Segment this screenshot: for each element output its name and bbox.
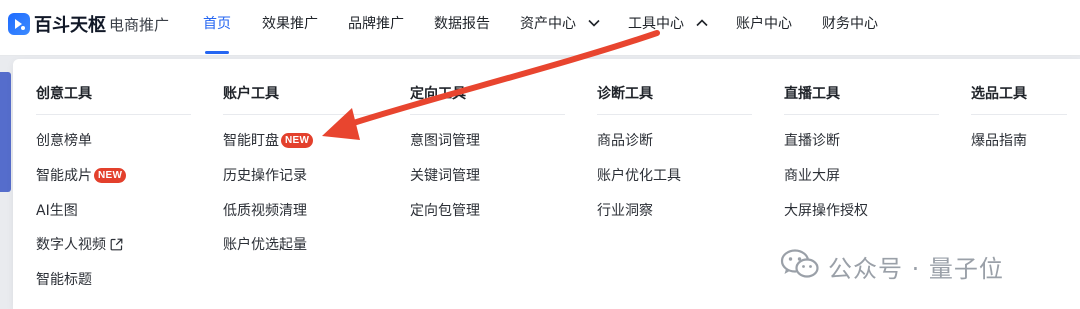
menu-item-label: 商品诊断 — [597, 133, 653, 149]
nav-label: 账户中心 — [736, 16, 792, 32]
watermark-text: 公众号 · 量子位 — [828, 254, 1004, 283]
wechat-watermark: 公众号 · 量子位 — [780, 248, 1004, 284]
nav-label: 品牌推广 — [348, 16, 404, 32]
menu-item-screen-authorization[interactable]: 大屏操作授权 — [784, 200, 868, 220]
divider — [223, 114, 378, 115]
menu-item-industry-insights[interactable]: 行业洞察 — [597, 200, 653, 220]
nav-label: 效果推广 — [262, 16, 318, 32]
menu-item-label: 智能盯盘 — [223, 133, 279, 149]
column-title: 定向工具 — [410, 86, 466, 102]
menu-item-label: 账户优化工具 — [597, 168, 681, 184]
menu-item-targeting-packages[interactable]: 定向包管理 — [410, 200, 480, 220]
menu-item-label: 爆品指南 — [971, 133, 1027, 149]
menu-item-operation-history[interactable]: 历史操作记录 — [223, 165, 307, 185]
column-title: 选品工具 — [971, 86, 1027, 102]
column-title: 创意工具 — [36, 86, 92, 102]
menu-item-label: 账户优选起量 — [223, 237, 307, 253]
menu-item-digital-human-video[interactable]: 数字人视频 — [36, 234, 123, 254]
menu-item-low-quality-video-cleanup[interactable]: 低质视频清理 — [223, 200, 307, 220]
nav-account-center[interactable]: 账户中心 — [736, 0, 792, 56]
menu-item-label: 智能标题 — [36, 272, 92, 288]
column-title: 直播工具 — [784, 86, 840, 102]
external-link-icon — [110, 238, 123, 251]
menu-item-creative-ranking[interactable]: 创意榜单 — [36, 130, 92, 150]
menu-item-label: 大屏操作授权 — [784, 203, 868, 219]
menu-item-product-diagnosis[interactable]: 商品诊断 — [597, 130, 653, 150]
menu-item-smart-video[interactable]: 智能成片 NEW — [36, 165, 127, 185]
brand-name: 百斗天枢 — [34, 15, 106, 36]
menu-item-label: 意图词管理 — [410, 133, 480, 149]
nav-label: 工具中心 — [628, 16, 684, 32]
new-badge: NEW — [281, 132, 314, 148]
menu-item-label: 行业洞察 — [597, 203, 653, 219]
divider — [410, 114, 565, 115]
menu-item-account-boost[interactable]: 账户优选起量 — [223, 234, 307, 254]
menu-item-label: 历史操作记录 — [223, 168, 307, 184]
nav-finance-center[interactable]: 财务中心 — [822, 0, 878, 56]
column-title: 诊断工具 — [597, 86, 653, 102]
menu-item-label: 关键词管理 — [410, 168, 480, 184]
nav-data-reports[interactable]: 数据报告 — [434, 0, 490, 56]
chevron-up-icon — [696, 19, 709, 27]
menu-item-label: 商业大屏 — [784, 168, 840, 184]
divider — [784, 114, 939, 115]
menu-item-hot-product-guide[interactable]: 爆品指南 — [971, 130, 1027, 150]
brand-subtitle: 电商推广 — [109, 15, 170, 34]
menu-item-label: 数字人视频 — [36, 237, 106, 253]
brand-logo-icon — [8, 13, 30, 35]
chevron-down-icon — [588, 19, 601, 27]
menu-item-label: 智能成片 — [36, 168, 92, 184]
nav-asset-center[interactable]: 资产中心 — [520, 0, 601, 56]
nav-tool-center[interactable]: 工具中心 — [628, 0, 709, 56]
menu-item-smart-monitor[interactable]: 智能盯盘 NEW — [223, 130, 314, 150]
wechat-icon — [780, 248, 820, 284]
column-title: 账户工具 — [223, 86, 279, 102]
menu-item-smart-title[interactable]: 智能标题 — [36, 269, 92, 289]
divider — [597, 114, 752, 115]
menu-item-label: 定向包管理 — [410, 203, 480, 219]
menu-item-intent-keywords[interactable]: 意图词管理 — [410, 130, 480, 150]
nav-home[interactable]: 首页 — [203, 0, 231, 56]
menu-item-business-screen[interactable]: 商业大屏 — [784, 165, 840, 185]
menu-item-live-diagnosis[interactable]: 直播诊断 — [784, 130, 840, 150]
background-card-edge — [0, 72, 11, 192]
menu-item-label: 直播诊断 — [784, 133, 840, 149]
active-nav-indicator — [205, 51, 229, 54]
divider — [36, 114, 191, 115]
nav-label: 首页 — [203, 16, 231, 32]
menu-item-label: 创意榜单 — [36, 133, 92, 149]
nav-brand-ads[interactable]: 品牌推广 — [348, 0, 404, 56]
nav-performance-ads[interactable]: 效果推广 — [262, 0, 318, 56]
menu-item-label: AI生图 — [36, 203, 78, 219]
nav-label: 资产中心 — [520, 16, 576, 32]
nav-label: 数据报告 — [434, 16, 490, 32]
divider — [971, 114, 1067, 115]
new-badge: NEW — [94, 167, 127, 183]
menu-item-keyword-management[interactable]: 关键词管理 — [410, 165, 480, 185]
menu-item-ai-image[interactable]: AI生图 — [36, 200, 78, 220]
menu-item-account-optimizer[interactable]: 账户优化工具 — [597, 165, 681, 185]
nav-label: 财务中心 — [822, 16, 878, 32]
brand-logo[interactable]: 百斗天枢 电商推广 — [8, 13, 170, 36]
top-navigation-bar: 百斗天枢 电商推广 首页 效果推广 品牌推广 数据报告 资产中心 工具中心 账户… — [0, 0, 1080, 56]
menu-item-label: 低质视频清理 — [223, 203, 307, 219]
